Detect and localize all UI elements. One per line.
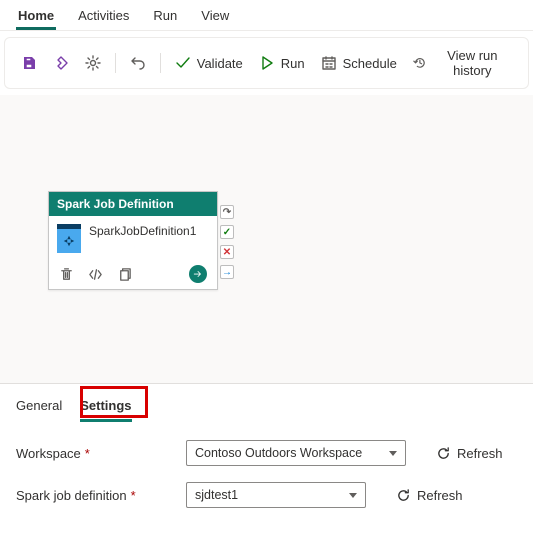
schedule-button[interactable]: Schedule xyxy=(315,51,403,75)
refresh-icon xyxy=(436,446,451,461)
tab-run[interactable]: Run xyxy=(151,2,179,30)
refresh-workspace-button[interactable]: Refresh xyxy=(430,445,509,462)
play-icon xyxy=(259,55,275,71)
refresh-icon xyxy=(396,488,411,503)
schedule-label: Schedule xyxy=(343,56,397,71)
undo-icon xyxy=(130,55,146,71)
view-run-history-button[interactable]: View run history xyxy=(407,44,518,82)
properties-pane: General Settings Workspace* Contoso Outd… xyxy=(0,383,533,518)
properties-tabs: General Settings xyxy=(0,384,533,422)
tab-activities[interactable]: Activities xyxy=(76,2,131,30)
history-icon xyxy=(413,55,427,71)
tab-home[interactable]: Home xyxy=(16,2,56,30)
tab-view[interactable]: View xyxy=(199,2,231,30)
spark-job-definition-select-value: sjdtest1 xyxy=(195,488,238,502)
save-button[interactable] xyxy=(15,51,43,75)
calendar-icon xyxy=(321,55,337,71)
toolbar-separator xyxy=(160,53,161,73)
toolbar: Validate Run Schedule View run history xyxy=(4,37,529,89)
copy-action[interactable] xyxy=(117,267,132,282)
refresh-sjd-label: Refresh xyxy=(417,488,463,503)
handle-fail-icon[interactable]: ✕ xyxy=(220,245,234,259)
activity-card-spark-job-definition[interactable]: Spark Job Definition SparkJobDefinition1 xyxy=(48,191,218,290)
validate-button[interactable]: Validate xyxy=(169,51,249,75)
activity-name: SparkJobDefinition1 xyxy=(89,224,209,253)
settings-form: Workspace* Contoso Outdoors Workspace Re… xyxy=(0,422,533,508)
row-spark-job-definition: Spark job definition* sjdtest1 Refresh xyxy=(16,482,517,508)
pipeline-canvas[interactable]: Spark Job Definition SparkJobDefinition1 xyxy=(0,95,533,383)
spark-job-definition-select[interactable]: sjdtest1 xyxy=(186,482,366,508)
spark-activity-icon xyxy=(57,229,81,253)
handle-completion-icon[interactable]: → xyxy=(220,265,234,279)
tab-settings[interactable]: Settings xyxy=(80,396,131,422)
label-spark-job-definition: Spark job definition* xyxy=(16,488,176,503)
gear-icon xyxy=(85,55,101,71)
validate-label: Validate xyxy=(197,56,243,71)
discard-icon xyxy=(53,55,69,71)
workspace-select-value: Contoso Outdoors Workspace xyxy=(195,446,362,460)
workspace-select[interactable]: Contoso Outdoors Workspace xyxy=(186,440,406,466)
undo-button[interactable] xyxy=(124,51,152,75)
card-actions xyxy=(49,261,217,289)
card-run-action[interactable] xyxy=(189,265,207,283)
run-label: Run xyxy=(281,56,305,71)
discard-button[interactable] xyxy=(47,51,75,75)
handle-skip-icon[interactable]: ↷ xyxy=(220,205,234,219)
check-icon xyxy=(175,55,191,71)
handle-success-icon[interactable]: ✓ xyxy=(220,225,234,239)
save-icon xyxy=(21,55,37,71)
tab-general[interactable]: General xyxy=(16,396,62,422)
code-action[interactable] xyxy=(88,267,103,282)
run-button[interactable]: Run xyxy=(253,51,311,75)
card-header: Spark Job Definition xyxy=(49,192,217,216)
history-label: View run history xyxy=(433,48,512,78)
delete-action[interactable] xyxy=(59,267,74,282)
settings-button[interactable] xyxy=(79,51,107,75)
refresh-workspace-label: Refresh xyxy=(457,446,503,461)
refresh-sjd-button[interactable]: Refresh xyxy=(390,487,469,504)
row-workspace: Workspace* Contoso Outdoors Workspace Re… xyxy=(16,440,517,466)
label-workspace: Workspace* xyxy=(16,446,176,461)
ribbon-tabs: Home Activities Run View xyxy=(0,0,533,31)
toolbar-separator xyxy=(115,53,116,73)
activity-status-handles: ↷ ✓ ✕ → xyxy=(220,205,234,279)
